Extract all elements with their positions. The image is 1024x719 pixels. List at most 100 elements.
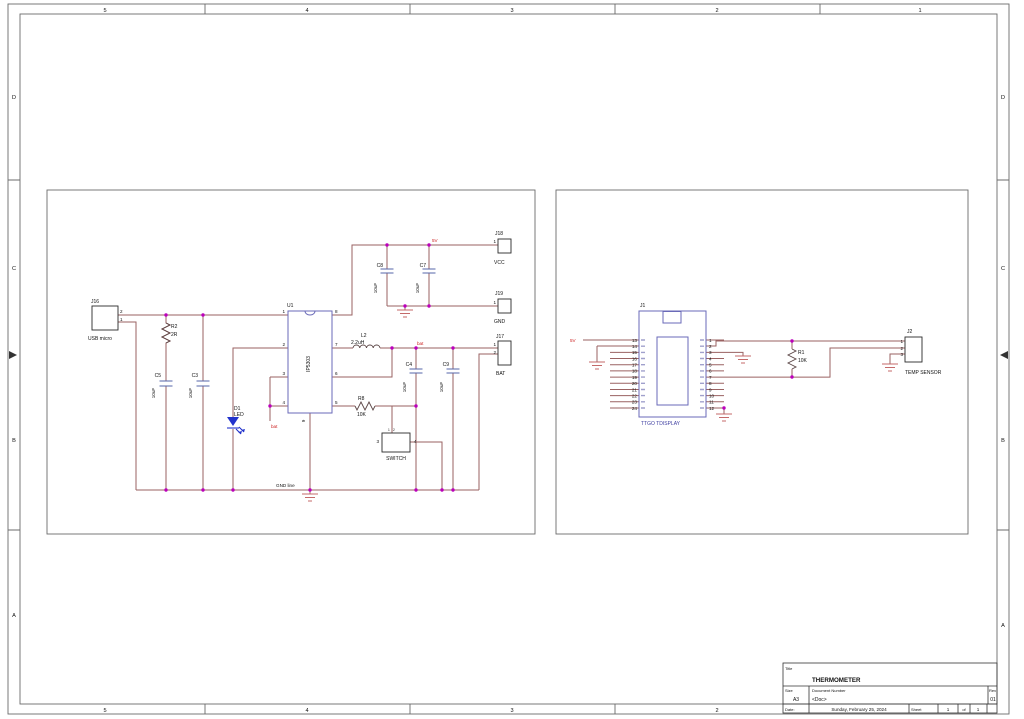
rev-value: 01	[990, 697, 996, 703]
connector-j18[interactable]: J18 1 VCC	[493, 231, 512, 266]
zone-row: B	[12, 438, 16, 444]
pin-number: 7	[335, 342, 338, 347]
part-name: TEMP SENSOR	[905, 370, 942, 376]
zone-row: C	[1001, 266, 1005, 272]
zone-row: B	[1001, 438, 1005, 444]
refdes: C5	[155, 373, 162, 379]
zone-col: 2	[715, 708, 718, 714]
refdes: J1	[640, 303, 646, 309]
capacitor-c3[interactable]: C3 10uF	[188, 373, 210, 398]
date-label: Date:	[785, 707, 795, 712]
pin-number: 1	[900, 339, 903, 344]
doc-number-label: Document Number	[812, 688, 846, 693]
connector-j2[interactable]: J2 1 2 3 TEMP SENSOR	[900, 329, 941, 376]
pin-number: 1	[493, 239, 496, 244]
pin-number: 10	[709, 393, 715, 398]
inductor-l2[interactable]: L2 2.2uH	[351, 333, 381, 349]
capacitor-c7[interactable]: C7 10uF	[415, 263, 436, 293]
refdes: R2	[171, 324, 178, 330]
net-label-bat: bat	[271, 424, 278, 429]
pin-number: 14	[632, 344, 638, 349]
of-label: of	[962, 707, 966, 712]
pin-number: 7	[709, 375, 712, 380]
pin-number: 2	[393, 428, 395, 432]
pin-number: 12	[709, 406, 715, 411]
ground-symbol	[715, 413, 733, 422]
net-label-5v: 5V	[432, 238, 439, 243]
pin-number: 1	[282, 309, 285, 314]
refdes: R1	[798, 350, 805, 356]
pin-number: 2	[900, 346, 903, 351]
pin-number: 5	[709, 363, 712, 368]
pin-number: 1	[120, 317, 123, 322]
zone-row: D	[1001, 95, 1005, 101]
pin-number: 1	[709, 338, 712, 343]
ground-symbol	[396, 309, 414, 318]
gnd-line-label: GND line	[276, 483, 295, 488]
value: 10uF	[402, 382, 407, 393]
ground-symbol	[734, 355, 752, 364]
refdes: L2	[361, 333, 367, 339]
sheet-label: Sheet	[911, 707, 922, 712]
resistor-r1[interactable]: R1 10K	[786, 348, 808, 370]
pin-number: 24	[632, 406, 638, 411]
pin-number: 8	[335, 309, 338, 314]
pin-number: 23	[632, 400, 638, 405]
module-j1[interactable]: J1 TTGO TDISPLAY 13 14 15 16 17 18 19 20…	[632, 303, 715, 427]
pin-number: 3	[900, 352, 903, 357]
size-value: A3	[793, 697, 799, 703]
connector-j19[interactable]: J19 1 GND	[493, 291, 512, 325]
capacitor-c4[interactable]: C4 10uF	[402, 362, 423, 392]
left-center-marker	[9, 351, 17, 359]
schematic-sheet: 5 4 3 2 1 5 4 3 2 D C B A D C B A Title …	[0, 0, 1024, 719]
ground-symbol	[881, 363, 899, 372]
value: 10K	[798, 358, 808, 364]
switch-sw1[interactable]: 1 2 3 4 SWITCH	[376, 428, 417, 462]
net-label-5v: 5V	[570, 338, 577, 343]
resistor-r8[interactable]: R8 10K	[354, 396, 376, 418]
pin-number: 4	[709, 356, 712, 361]
ic-u1[interactable]: U1 IP5303 1 2 3 4 8 7 6 5 9	[282, 303, 338, 422]
pin-number: 20	[632, 381, 638, 386]
pin-number: 9	[301, 419, 306, 422]
pin-number: 1	[388, 428, 390, 432]
capacitor-c8[interactable]: C8 10uF	[373, 263, 394, 293]
pin-number: 5	[335, 400, 338, 405]
pin-number: 2	[282, 342, 285, 347]
refdes: C9	[443, 362, 450, 368]
right-center-marker	[1000, 351, 1008, 359]
connector-j17[interactable]: J17 1 2 BAT	[493, 334, 512, 377]
pin-number: 19	[632, 375, 638, 380]
pin-number: 22	[632, 393, 638, 398]
refdes: C4	[406, 362, 413, 368]
sheet-number: 1	[947, 707, 950, 712]
pin-number: 11	[709, 400, 714, 405]
value: 10uF	[188, 388, 193, 399]
pin-number: 4	[282, 400, 285, 405]
refdes: J19	[495, 291, 503, 297]
zone-col: 3	[510, 8, 513, 14]
pin-number: 2	[493, 350, 496, 355]
refdes: C8	[377, 263, 384, 269]
pin-number: 3	[376, 439, 379, 444]
led-d1[interactable]: D1 LED	[227, 406, 245, 435]
resistor-r2[interactable]: R2 2R	[160, 322, 178, 344]
capacitor-c5[interactable]: C5 10uF	[151, 373, 173, 398]
zone-row: D	[12, 95, 16, 101]
refdes: J16	[91, 299, 99, 305]
power-block: J16 2 1 USB micro R2 2R C5 10uF C3 10uF	[46, 189, 536, 535]
ground-symbol	[301, 493, 319, 502]
pin-name-ticks	[641, 339, 704, 409]
value: LED	[234, 412, 244, 418]
part-name: USB micro	[88, 336, 112, 342]
connector-j16[interactable]: J16 2 1 USB micro	[88, 299, 123, 342]
pin-number: 9	[709, 387, 712, 392]
zone-col: 3	[510, 708, 513, 714]
pin-number: 1	[493, 342, 496, 347]
document-title: THERMOMETER	[812, 677, 861, 684]
zone-col: 1	[918, 8, 921, 14]
pin-number: 16	[632, 356, 638, 361]
pin-number: 15	[632, 350, 638, 355]
pin-number: 17	[632, 363, 638, 368]
capacitor-c9[interactable]: C9 10uF	[439, 362, 460, 392]
